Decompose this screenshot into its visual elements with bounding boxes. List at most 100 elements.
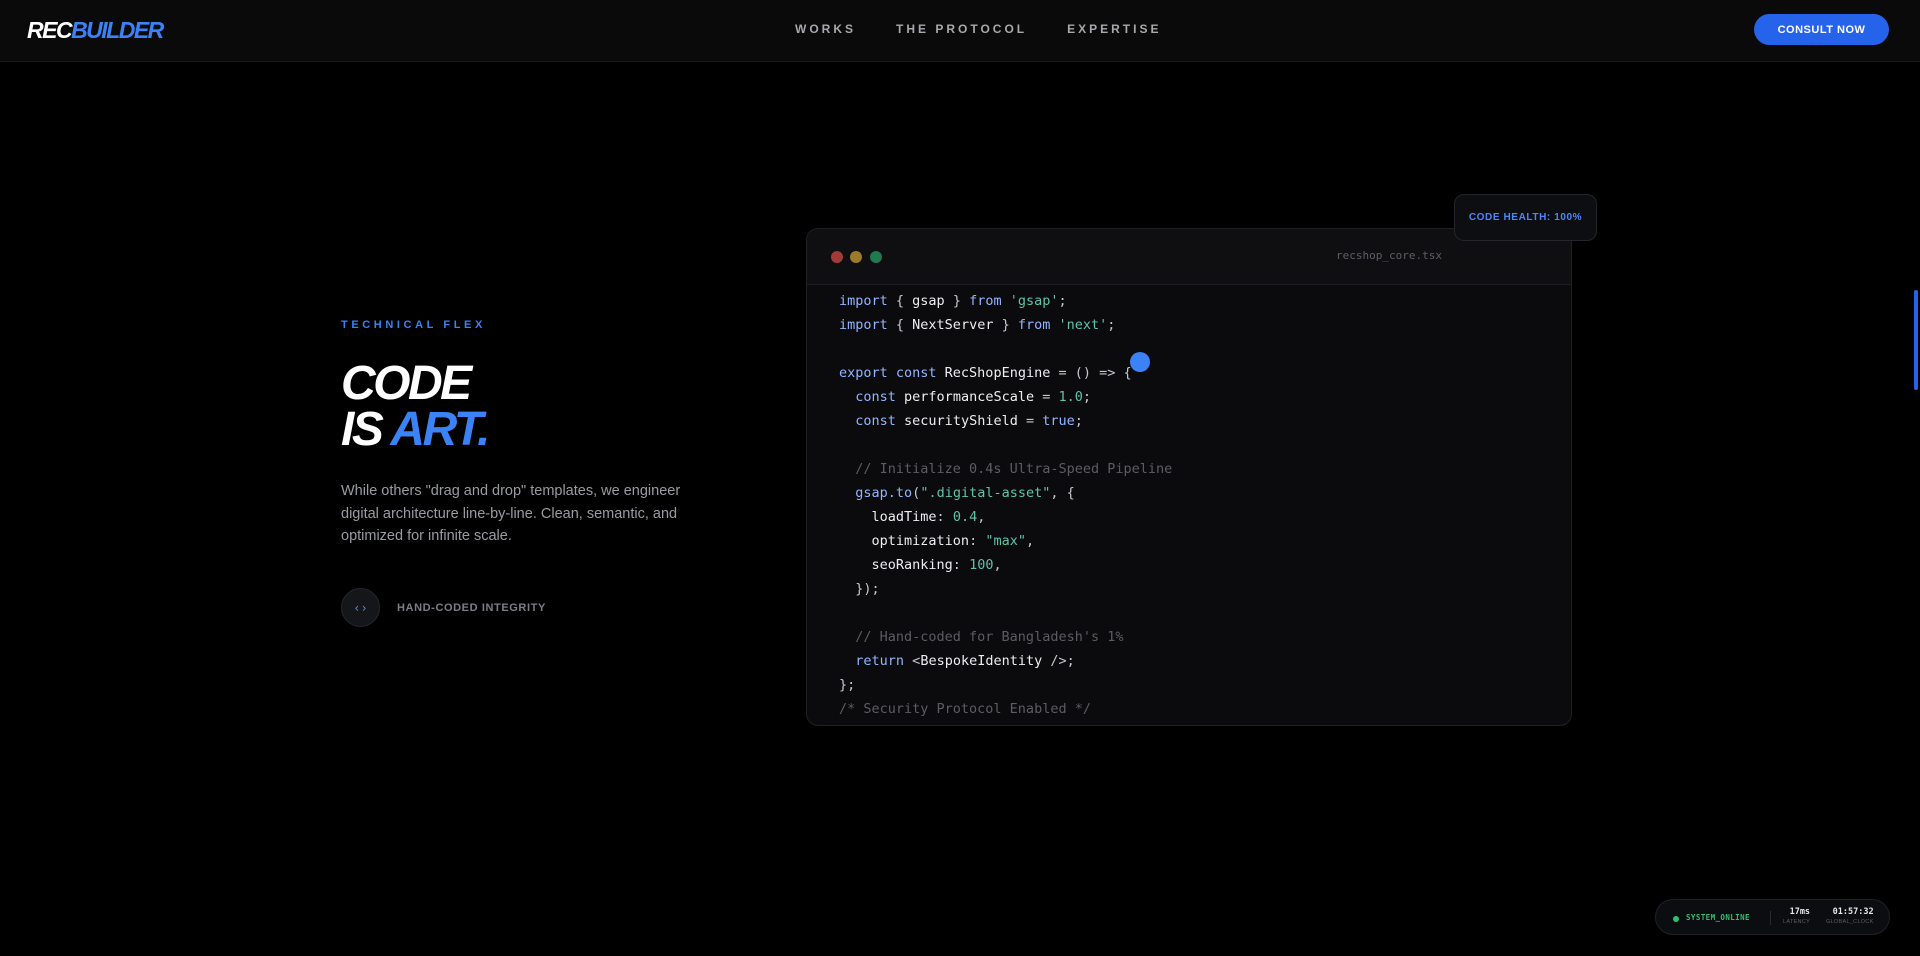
code-token: /* Security Protocol Enabled */ [839,701,1091,717]
clock-metric: 01:57:32 GLOBAL_CLOCK [1826,907,1874,925]
code-token: gsap.to [855,485,913,501]
code-line: return <BespokeIdentity />; [839,649,1172,673]
code-token: 'next' [1058,317,1108,333]
consult-now-button[interactable]: CONSULT NOW [1754,14,1889,45]
custom-cursor [1130,352,1150,372]
system-status-pill: SYSTEM_ONLINE 17ms LATENCY 01:57:32 GLOB… [1655,899,1890,935]
code-line: const securityShield = true; [839,409,1172,433]
code-token: seoRanking [871,557,953,573]
code-token: , [977,509,986,525]
code-health-badge: CODE HEALTH: 100% [1454,194,1597,241]
code-token: const [855,413,905,429]
integrity-label: HAND-CODED INTEGRITY [397,601,546,614]
code-token: import [839,317,896,333]
top-nav: RECBUILDER WORKS THE PROTOCOL EXPERTISE … [0,0,1920,62]
code-token: : [969,533,986,549]
code-token: : [936,509,953,525]
code-token: { [895,317,913,333]
code-token: = () => { [1050,365,1132,381]
nav-link-expertise[interactable]: EXPERTISE [1067,21,1161,37]
code-token: gsap [912,293,945,309]
code-token: ; [1107,317,1116,333]
code-token: , [993,557,1002,573]
code-token: />; [1042,653,1075,669]
nav-link-the-protocol[interactable]: THE PROTOCOL [896,21,1027,37]
system-status-text: SYSTEM_ONLINE [1686,913,1750,922]
code-token: return [855,653,913,669]
code-line: gsap.to(".digital-asset", { [839,481,1172,505]
code-body: import { gsap } from 'gsap'; import { Nex… [839,289,1172,721]
code-token: optimization [871,533,970,549]
code-token: } [993,317,1018,333]
code-brackets-icon: ‹› [341,588,380,627]
code-token: , [1025,533,1035,549]
code-token: from [1017,317,1059,333]
code-token: 1.0 [1058,389,1083,405]
hero-description: While others "drag and drop" templates, … [341,483,681,544]
code-token: : [952,557,970,573]
code-token: BespokeIdentity [920,653,1043,669]
nav-link-works[interactable]: WORKS [795,21,856,37]
code-token: }; [839,677,856,693]
code-editor-window: recshop_core.tsx import { gsap } from 'g… [806,228,1572,726]
code-token: } [944,293,970,309]
code-token: "max" [985,533,1026,549]
code-token: ".digital-asset" [920,485,1051,501]
code-line: optimization: "max", [839,529,1172,553]
code-token: { [895,293,913,309]
code-line: import { NextServer } from 'next'; [839,313,1172,337]
brand-logo[interactable]: RECBUILDER [27,14,164,46]
code-token: performanceScale [904,389,1035,405]
headline-line-2: IS ART. [341,403,490,456]
code-token: = [1034,389,1059,405]
code-line: seoRanking: 100, [839,553,1172,577]
editor-filename: recshop_core.tsx [1336,249,1442,262]
integrity-badge: ‹› HAND-CODED INTEGRITY [341,588,546,627]
code-line: loadTime: 0.4, [839,505,1172,529]
online-dot-icon [1673,916,1679,922]
code-token: // Hand-coded for Bangladesh's 1% [839,629,1124,645]
nav-links: WORKS THE PROTOCOL EXPERTISE [795,21,1201,37]
code-token: }); [839,581,880,597]
code-line: import { gsap } from 'gsap'; [839,289,1172,313]
code-token: ; [1058,293,1067,309]
code-line: }); [839,577,1172,601]
latency-metric: 17ms LATENCY [1783,907,1811,925]
code-token: from [969,293,1010,309]
code-token: = [1017,413,1043,429]
code-token: ; [1082,389,1092,405]
code-token: loadTime [871,509,937,525]
code-token: const [855,389,905,405]
code-token: true [1042,413,1075,429]
code-token: NextServer [912,317,994,333]
code-token: , { [1050,485,1075,501]
hero-headline: CODE IS ART. [341,357,490,456]
code-token: ; [1074,413,1083,429]
section-eyebrow: TECHNICAL FLEX [341,319,486,331]
code-line: /* Security Protocol Enabled */ [839,697,1172,721]
scrollbar-thumb[interactable] [1914,290,1918,390]
code-token: RecShopEngine [944,365,1051,381]
headline-line-1: CODE [341,357,472,410]
code-line: export const RecShopEngine = () => { [839,361,1172,385]
code-token: import [839,293,896,309]
code-token: securityShield [904,413,1018,429]
code-token: 0.4 [952,509,978,525]
code-token: // Initialize 0.4s Ultra-Speed Pipeline [839,461,1173,477]
code-line: const performanceScale = 1.0; [839,385,1172,409]
code-line: }; [839,673,1172,697]
code-token: 100 [969,557,994,573]
status-divider [1770,911,1771,925]
headline-accent: ART. [390,403,490,456]
code-line: // Initialize 0.4s Ultra-Speed Pipeline [839,457,1172,481]
code-token: 'gsap' [1009,293,1059,309]
